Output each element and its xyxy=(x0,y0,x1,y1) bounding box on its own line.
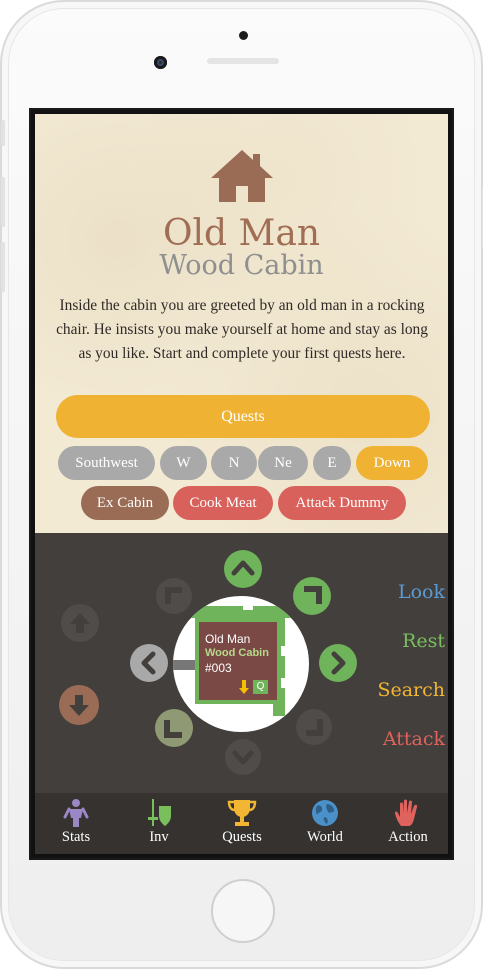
location-title: Old Man xyxy=(162,213,321,254)
cook-meat-button[interactable]: Cook Meat xyxy=(173,486,273,520)
ex-cabin-button[interactable]: Ex Cabin xyxy=(81,486,169,520)
down-arrow-button[interactable] xyxy=(58,684,100,726)
up-arrow-icon[interactable] xyxy=(60,603,100,643)
home-button[interactable] xyxy=(211,879,275,943)
quest-badge: Q xyxy=(253,680,268,694)
minimap-room-name: Old Man xyxy=(205,632,251,646)
volume-down-button xyxy=(1,242,5,292)
tab-stats[interactable]: Stats xyxy=(35,793,117,854)
direction-down-button[interactable]: Down xyxy=(356,446,428,480)
look-button[interactable]: Look xyxy=(355,581,445,603)
sword-shield-icon xyxy=(148,799,171,826)
tab-bar: Stats Inv Quests World Action xyxy=(35,793,448,854)
direction-east-button[interactable]: E xyxy=(313,446,351,480)
tab-stats-label: Stats xyxy=(61,829,91,845)
location-description: Inside the cabin you are greeted by an o… xyxy=(56,297,428,362)
south-icon[interactable] xyxy=(224,738,262,776)
house-icon xyxy=(211,150,273,202)
quests-button[interactable]: Quests xyxy=(56,395,430,438)
tab-action-label: Action xyxy=(388,829,428,845)
direction-northeast-button[interactable]: Ne xyxy=(258,446,308,480)
rest-button[interactable]: Rest xyxy=(355,630,445,652)
search-button[interactable]: Search xyxy=(355,679,445,701)
minimap-room: Old Man Wood Cabin #003 Q xyxy=(195,618,281,704)
tab-action[interactable]: Action xyxy=(367,793,449,854)
tab-inv[interactable]: Inv xyxy=(118,793,200,854)
north-button[interactable] xyxy=(223,549,263,589)
trophy-icon xyxy=(227,800,257,826)
tab-inv-label: Inv xyxy=(149,829,169,845)
east-button[interactable] xyxy=(318,643,358,683)
location-panel: Old Man Wood Cabin Inside the cabin you … xyxy=(35,114,448,533)
attack-dummy-button[interactable]: Attack Dummy xyxy=(278,486,406,520)
person-icon xyxy=(63,799,89,827)
location-subtitle: Wood Cabin xyxy=(159,250,324,281)
tab-quests-label: Quests xyxy=(222,829,262,845)
minimap-room-subname: Wood Cabin xyxy=(205,647,269,659)
globe-icon xyxy=(312,800,338,826)
earpiece-slot xyxy=(207,58,279,64)
navigation-panel: Old Man Wood Cabin #003 Q Look Rest Sear… xyxy=(35,533,448,793)
speaker-dot xyxy=(239,31,248,40)
front-camera xyxy=(154,56,167,69)
app-screen: Old Man Wood Cabin Inside the cabin you … xyxy=(29,108,454,860)
west-button[interactable] xyxy=(129,643,169,683)
volume-up-button xyxy=(1,177,5,227)
direction-north-button[interactable]: N xyxy=(211,446,257,480)
direction-southwest-button[interactable]: Southwest xyxy=(58,446,155,480)
mute-switch xyxy=(1,120,5,146)
direction-west-button[interactable]: W xyxy=(160,446,207,480)
minimap[interactable]: Old Man Wood Cabin #003 Q xyxy=(173,596,309,732)
hand-icon xyxy=(395,799,418,826)
down-exit-icon xyxy=(239,680,249,694)
minimap-room-code: #003 xyxy=(205,661,232,675)
attack-button[interactable]: Attack xyxy=(355,728,445,750)
tab-world[interactable]: World xyxy=(284,793,366,854)
tab-world-label: World xyxy=(307,829,343,845)
tab-quests[interactable]: Quests xyxy=(201,793,283,854)
